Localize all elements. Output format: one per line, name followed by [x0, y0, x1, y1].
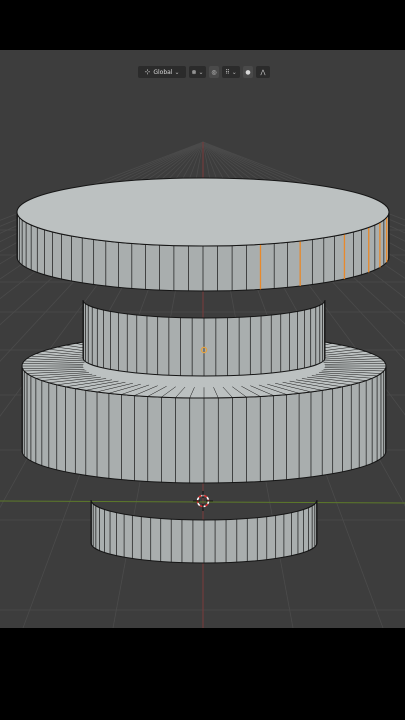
- cylinder-section[interactable]: [16, 177, 390, 292]
- viewport-header-toolbar: ⊹ Global ⌄ ⊗ ⌄ ◎ ⠿ ⌄ ● ⋀: [138, 65, 270, 79]
- chevron-down-icon: ⌄: [198, 68, 204, 76]
- transform-axes-icon: ⊹: [144, 68, 151, 76]
- chevron-down-icon: ⌄: [174, 68, 180, 76]
- 3d-viewport[interactable]: ⊹ Global ⌄ ⊗ ⌄ ◎ ⠿ ⌄ ● ⋀: [0, 50, 405, 628]
- falloff-curve-icon: ⋀: [260, 68, 266, 76]
- snap-icon: ◎: [211, 68, 217, 76]
- transform-orientation-dropdown[interactable]: ⊹ Global ⌄: [138, 66, 186, 78]
- snap-target-dropdown[interactable]: ⠿ ⌄: [222, 66, 240, 78]
- proportional-editing-icon: ●: [245, 68, 251, 76]
- chevron-down-icon: ⌄: [231, 68, 237, 76]
- cylinder-section[interactable]: [90, 499, 318, 564]
- cylinder-top-face: [16, 177, 390, 247]
- snap-increment-icon: ⠿: [225, 68, 230, 76]
- letterbox-bottom: [0, 628, 405, 720]
- viewport-scene: [0, 141, 405, 628]
- pivot-point-dropdown[interactable]: ⊗ ⌄: [189, 66, 206, 78]
- proportional-editing-toggle[interactable]: ●: [243, 66, 253, 78]
- cylinder-section[interactable]: [82, 299, 326, 377]
- letterbox-top: [0, 0, 405, 50]
- snap-toggle[interactable]: ◎: [209, 66, 219, 78]
- transform-orientation-label: Global: [153, 68, 173, 76]
- proportional-falloff-dropdown[interactable]: ⋀: [256, 66, 270, 78]
- pivot-point-icon: ⊗: [191, 68, 197, 76]
